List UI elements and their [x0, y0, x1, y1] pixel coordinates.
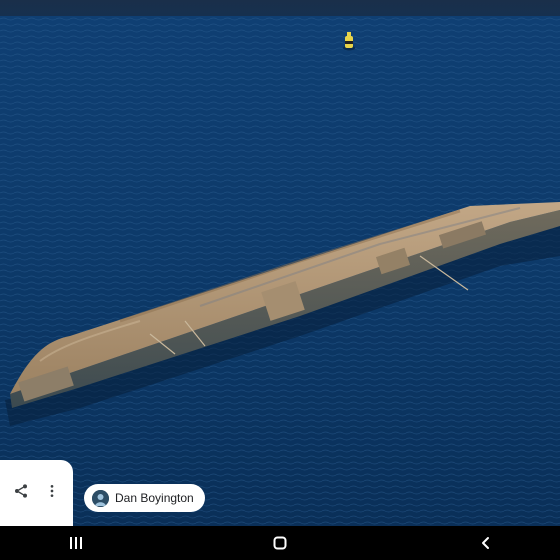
share-icon[interactable] [10, 480, 32, 502]
recents-icon[interactable] [46, 526, 106, 560]
author-name: Dan Boyington [115, 491, 194, 505]
back-icon[interactable] [456, 526, 516, 560]
status-strip [0, 0, 560, 16]
photo-actions-card [0, 460, 73, 526]
system-navigation-bar [0, 526, 560, 560]
author-avatar [92, 489, 109, 507]
app-screen: Dan Boyington [0, 0, 560, 560]
shipwreck-scene [0, 16, 560, 526]
wallpaper-photo[interactable] [0, 16, 560, 526]
more-vert-icon[interactable] [41, 480, 63, 502]
author-chip[interactable]: Dan Boyington [84, 484, 205, 512]
home-icon[interactable] [250, 526, 310, 560]
